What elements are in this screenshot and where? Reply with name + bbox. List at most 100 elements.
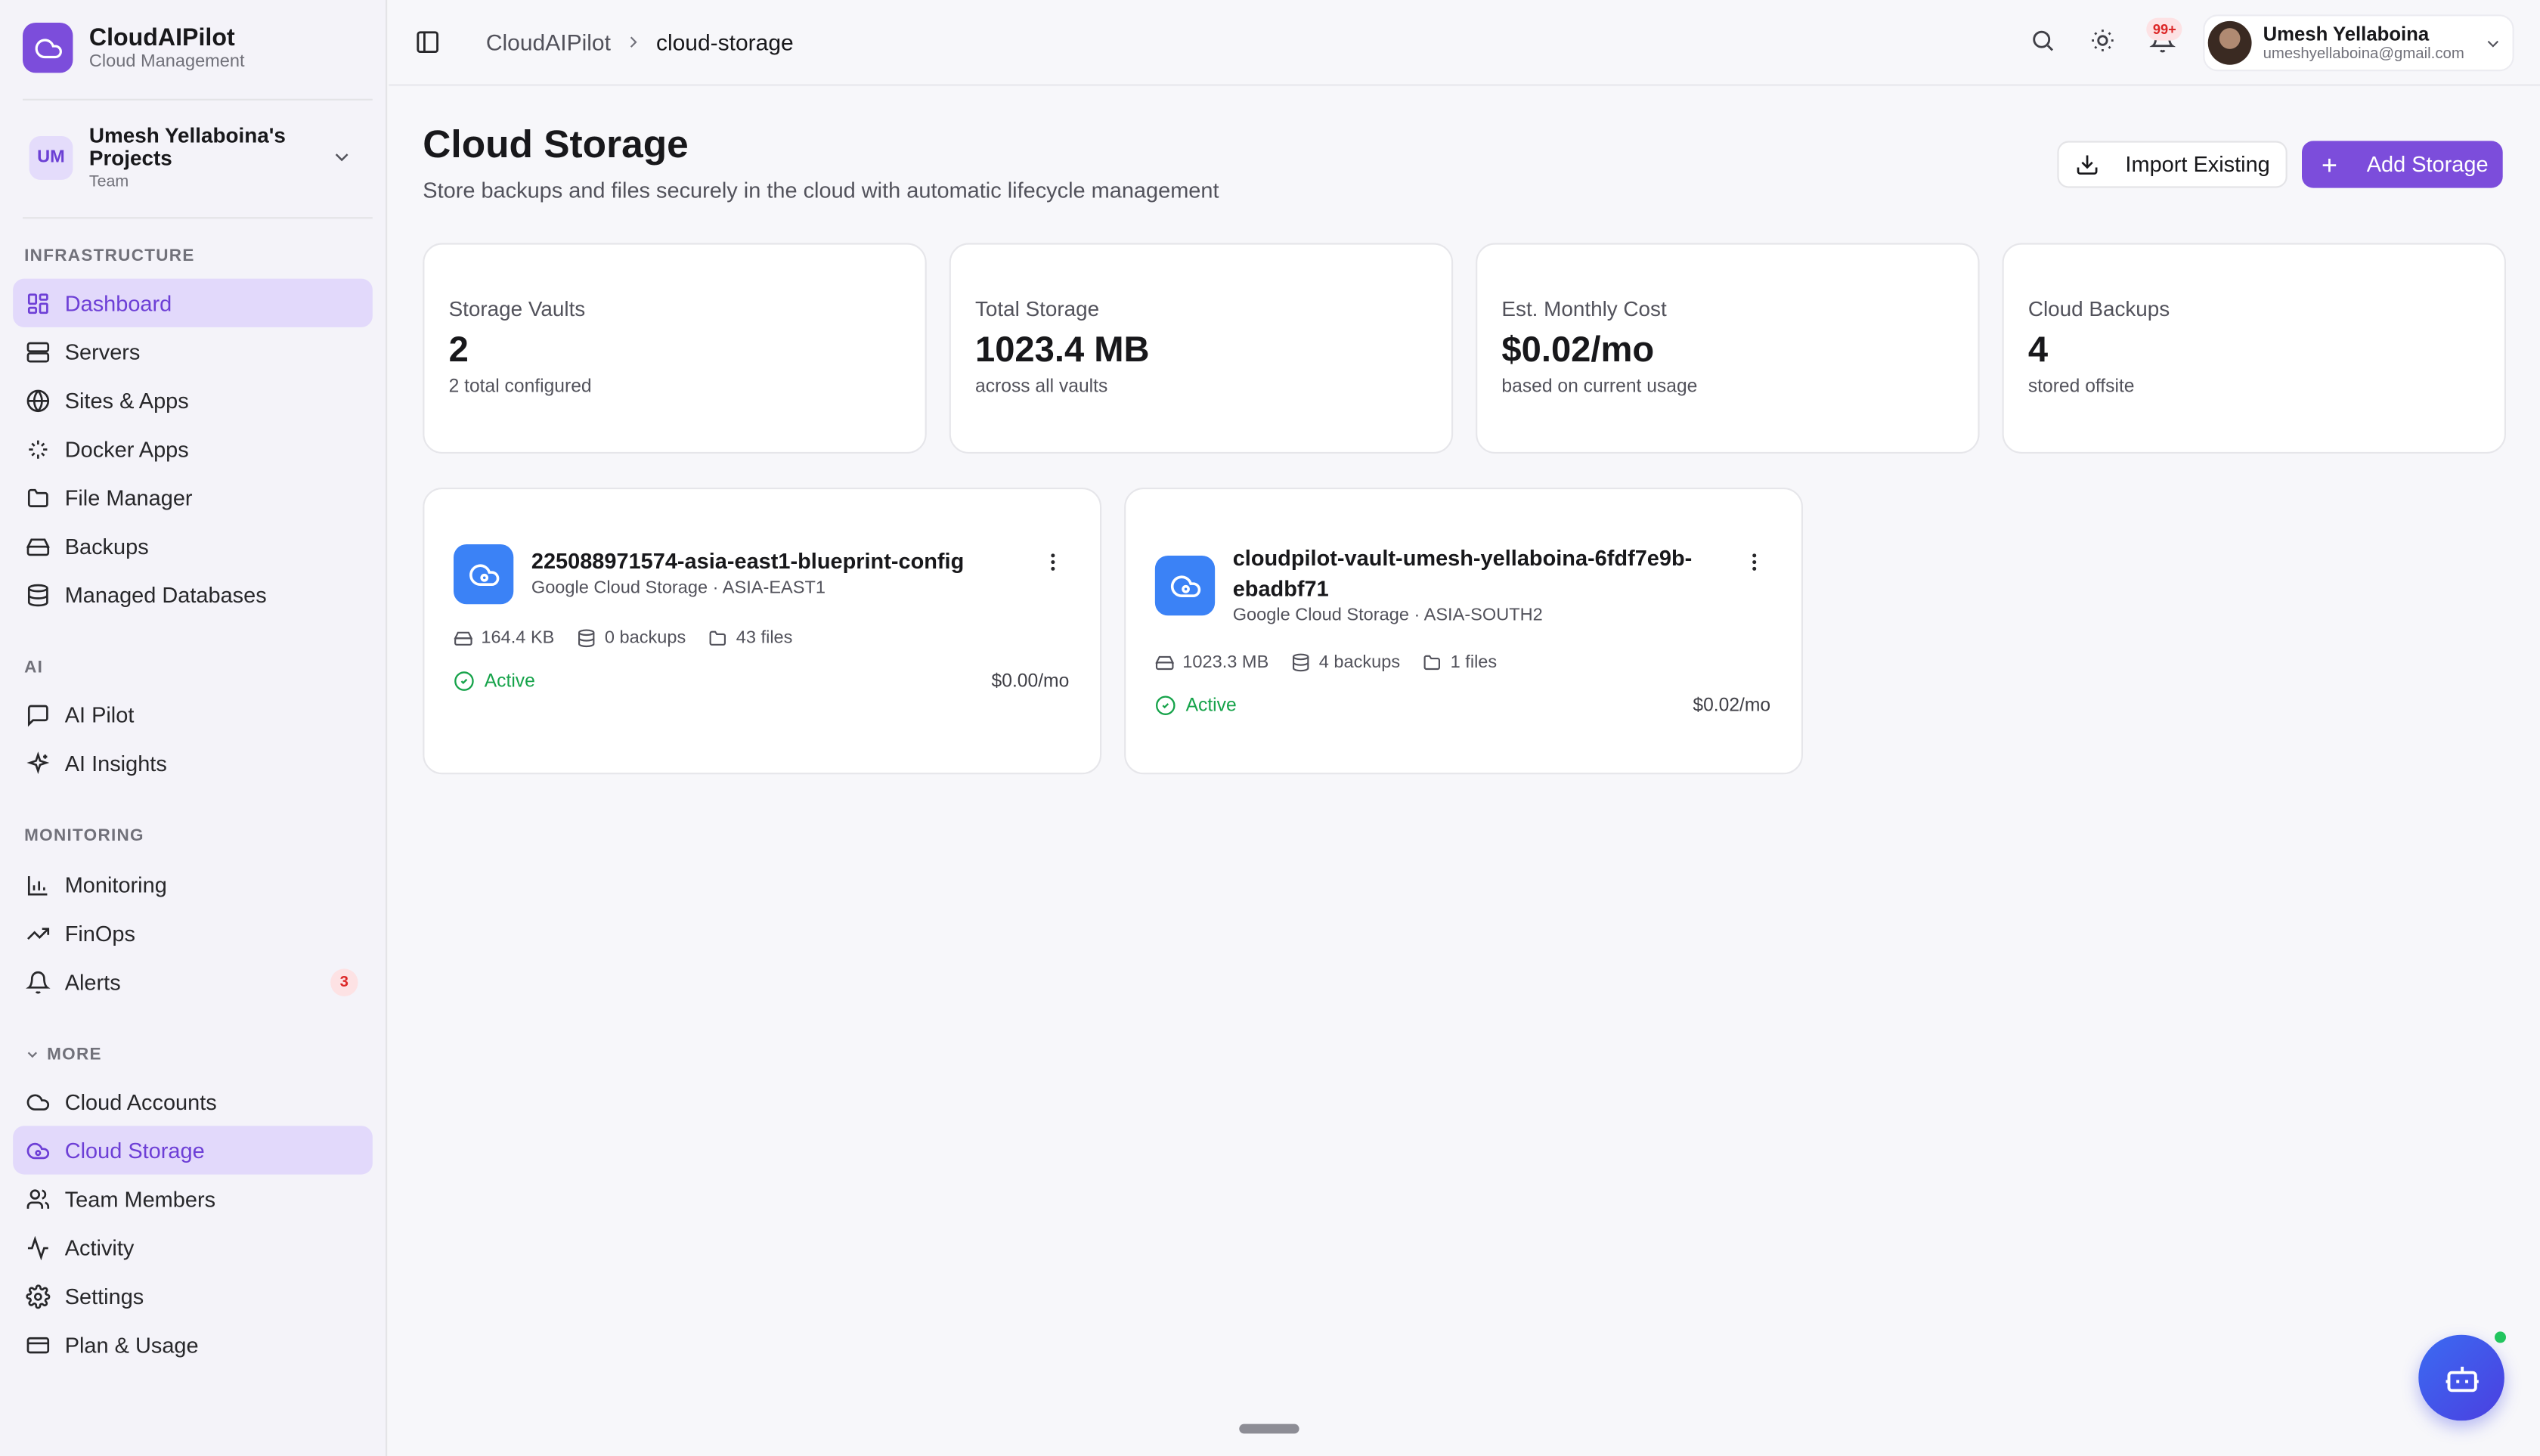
sidebar-item-plan-usage[interactable]: Plan & Usage xyxy=(13,1320,373,1368)
folder-icon xyxy=(1424,655,1441,671)
sidebar-item-cloud-storage[interactable]: Cloud Storage xyxy=(13,1126,373,1175)
import-existing-button[interactable]: Import Existing xyxy=(2057,141,2288,188)
stat-label: Cloud Backups xyxy=(2027,296,2170,321)
bell-icon xyxy=(26,970,51,993)
vault-files: 1 files xyxy=(1423,653,1497,672)
cloud-storage-icon xyxy=(1154,556,1216,616)
folder-icon xyxy=(710,630,726,646)
harddrive-icon xyxy=(26,537,50,556)
brand[interactable]: CloudAIPilot Cloud Management xyxy=(23,23,245,73)
add-storage-label: Add Storage xyxy=(2366,152,2489,177)
sidebar-item-label: Monitoring xyxy=(64,872,167,897)
sidebar-item-alerts[interactable]: Alerts 3 xyxy=(13,957,373,1005)
harddrive-icon xyxy=(454,631,473,646)
section-label-ai: AI xyxy=(24,658,44,677)
add-storage-button[interactable]: Add Storage xyxy=(2302,141,2503,188)
project-avatar: UM xyxy=(29,135,73,179)
sidebar-item-ai-insights[interactable]: AI Insights xyxy=(13,739,373,787)
vault-backups: 0 backups xyxy=(577,628,686,648)
section-label-more: MORE xyxy=(47,1045,102,1064)
breadcrumb-current: cloud-storage xyxy=(655,29,794,55)
stat-card-total-storage: Total Storage 1023.4 MB across all vault… xyxy=(949,243,1454,454)
search-icon[interactable] xyxy=(2030,27,2055,53)
globe-icon xyxy=(26,389,50,412)
vault-cost: $0.00/mo xyxy=(991,672,1070,692)
more-vertical-icon[interactable] xyxy=(1743,551,1766,574)
sidebar-item-docker-apps[interactable]: Docker Apps xyxy=(13,424,373,472)
section-toggle-more[interactable]: MORE xyxy=(24,1045,102,1064)
trend-icon xyxy=(27,927,50,939)
vault-card[interactable]: 225088971574-asia-east1-blueprint-config… xyxy=(423,488,1102,775)
database-icon xyxy=(578,629,595,648)
section-label-monitoring: MONITORING xyxy=(24,826,144,846)
sidebar-item-team-members[interactable]: Team Members xyxy=(13,1175,373,1223)
drag-handle[interactable] xyxy=(1239,1423,1299,1434)
sidebar-item-label: Alerts xyxy=(64,969,121,994)
stat-sub: based on current usage xyxy=(1501,377,1698,397)
sidebar-item-sites-apps[interactable]: Sites & Apps xyxy=(13,376,373,424)
sidebar-item-label: FinOps xyxy=(64,921,135,946)
vault-meta: 164.4 KB 0 backups 43 files xyxy=(454,628,792,648)
sidebar-item-settings[interactable]: Settings xyxy=(13,1272,373,1320)
breadcrumb-home-link[interactable]: CloudAIPilot xyxy=(486,29,611,55)
vault-provider: Google Cloud Storage · ASIA-SOUTH2 xyxy=(1232,606,1543,626)
status-badge: Active xyxy=(1155,695,1237,716)
vault-cost: $0.02/mo xyxy=(1693,696,1771,717)
vault-files: 43 files xyxy=(708,628,792,648)
breadcrumb: CloudAIPilot cloud-storage xyxy=(486,29,794,55)
bar-chart-icon xyxy=(27,875,48,895)
user-menu-button[interactable]: Umesh Yellaboina umeshyellaboina@gmail.c… xyxy=(2203,14,2514,72)
dashboard-icon xyxy=(27,293,48,314)
stat-sub: stored offsite xyxy=(2027,377,2135,397)
page-subtitle: Store backups and files securely in the … xyxy=(423,178,1219,203)
vault-status-text: Active xyxy=(1185,695,1237,716)
topbar: CloudAIPilot cloud-storage 99+ Umesh Yel… xyxy=(389,0,2540,86)
sidebar-item-label: Docker Apps xyxy=(64,436,189,461)
brand-subtitle: Cloud Management xyxy=(88,51,245,71)
sidebar-toggle-icon[interactable] xyxy=(415,29,441,55)
sparkles-icon xyxy=(26,751,50,773)
bot-icon xyxy=(2445,1365,2478,1392)
divider xyxy=(23,98,373,101)
sidebar-item-file-manager[interactable]: File Manager xyxy=(13,473,373,522)
sidebar-item-label: AI Insights xyxy=(64,751,167,776)
stat-label: Storage Vaults xyxy=(448,296,586,321)
project-switcher[interactable]: UM Umesh Yellaboina's Projects Team xyxy=(23,120,373,195)
sidebar: CloudAIPilot Cloud Management UM Umesh Y… xyxy=(0,0,388,1456)
stat-sub: across all vaults xyxy=(975,377,1108,397)
sidebar-item-label: Servers xyxy=(64,339,141,364)
project-name: Umesh Yellaboina's Projects xyxy=(88,122,286,169)
vault-size-text: 1023.3 MB xyxy=(1182,652,1269,673)
sidebar-item-label: Dashboard xyxy=(64,290,172,315)
vault-files-text: 43 files xyxy=(736,628,793,649)
online-status-dot xyxy=(2495,1331,2506,1343)
stat-card-cloud-backups: Cloud Backups 4 stored offsite xyxy=(2002,243,2506,454)
sidebar-item-finops[interactable]: FinOps xyxy=(13,909,373,957)
sidebar-item-activity[interactable]: Activity xyxy=(13,1223,373,1272)
sidebar-item-label: Settings xyxy=(64,1284,144,1309)
sidebar-item-monitoring[interactable]: Monitoring xyxy=(13,860,373,909)
user-name: Umesh Yellaboina xyxy=(2263,23,2430,45)
sidebar-item-ai-pilot[interactable]: AI Pilot xyxy=(13,690,373,739)
ai-assistant-button[interactable] xyxy=(2418,1334,2504,1421)
vault-size: 1023.3 MB xyxy=(1155,652,1269,673)
check-circle-icon xyxy=(454,671,474,691)
sidebar-item-servers[interactable]: Servers xyxy=(13,327,373,376)
more-vertical-icon[interactable] xyxy=(1042,551,1064,574)
chevron-down-icon xyxy=(335,153,348,162)
brand-name: CloudAIPilot xyxy=(88,23,235,51)
users-icon xyxy=(26,1188,50,1208)
sun-theme-icon[interactable] xyxy=(2089,27,2115,53)
sidebar-item-dashboard[interactable]: Dashboard xyxy=(13,278,373,327)
vault-backups-text: 0 backups xyxy=(604,628,686,649)
stat-sub: 2 total configured xyxy=(448,377,592,397)
sidebar-item-managed-databases[interactable]: Managed Databases xyxy=(13,570,373,618)
vault-backups-text: 4 backups xyxy=(1318,652,1401,673)
database-icon xyxy=(1293,653,1309,672)
vault-status-text: Active xyxy=(484,671,535,691)
sidebar-item-backups[interactable]: Backups xyxy=(13,522,373,570)
sidebar-item-cloud-accounts[interactable]: Cloud Accounts xyxy=(13,1077,373,1126)
chevron-down-icon xyxy=(2487,40,2499,48)
vault-card[interactable]: cloudpilot-vault-umesh-yellaboina-6fdf7e… xyxy=(1124,488,1803,775)
user-email: umeshyellaboina@gmail.com xyxy=(2263,45,2464,64)
